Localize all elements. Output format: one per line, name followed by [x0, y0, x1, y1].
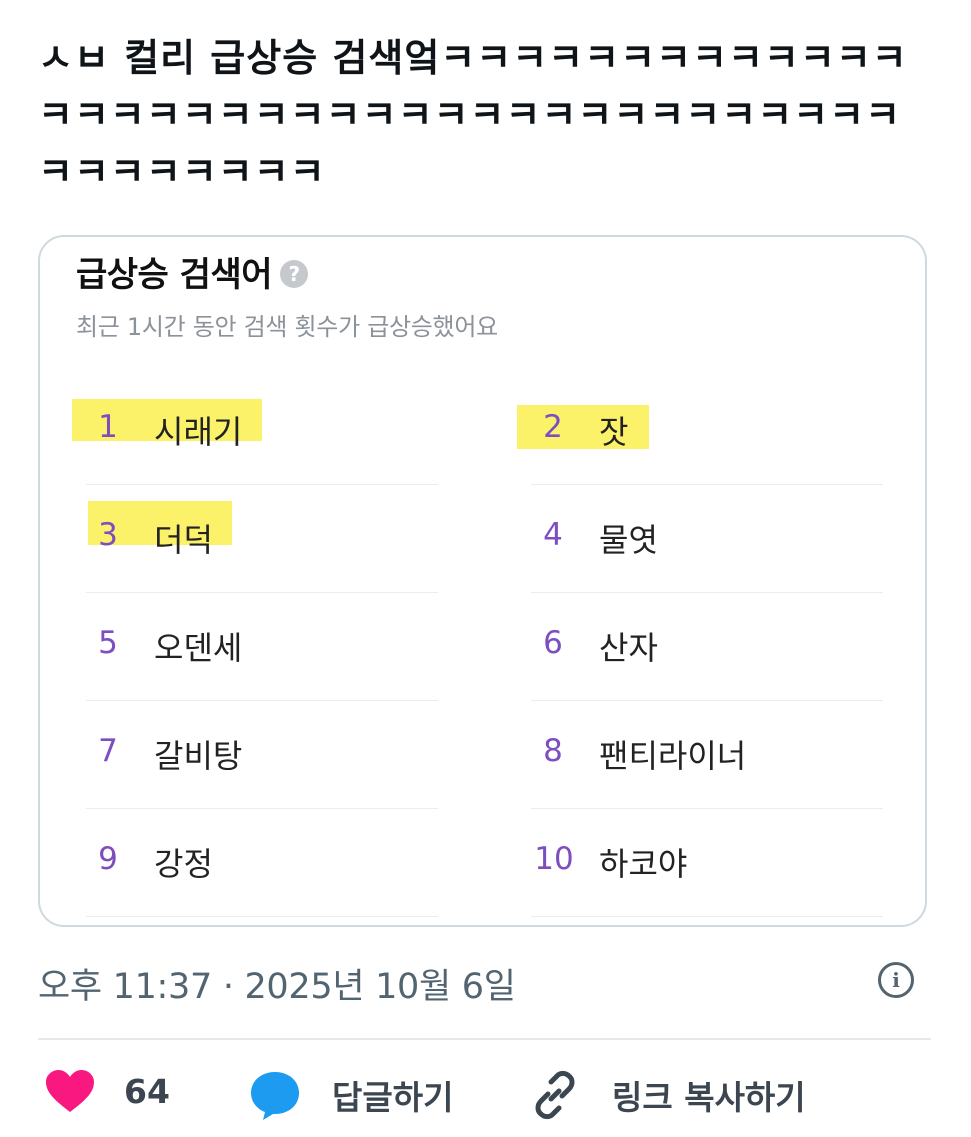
rank-label: 강정: [154, 845, 213, 883]
reply-label: 답글하기: [332, 1078, 454, 1117]
rank-number: 4: [543, 517, 563, 553]
trending-item[interactable]: 5 오덴세: [86, 593, 438, 701]
trending-item[interactable]: 10 하코야: [531, 809, 883, 917]
copy-link-label: 링크 복사하기: [612, 1078, 806, 1117]
like-button[interactable]: 64: [44, 1068, 170, 1114]
help-icon[interactable]: ?: [280, 259, 309, 288]
tweet-timestamp[interactable]: 오후 11:37 · 2025년 10월 6일: [38, 958, 516, 1009]
rank-number: 8: [543, 733, 563, 769]
trending-item[interactable]: 3 더덕: [86, 485, 438, 593]
like-count: 64: [124, 1071, 170, 1111]
rank-label: 산자: [599, 629, 658, 667]
trending-card: 급상승 검색어 ? 최근 1시간 동안 검색 횟수가 급상승했어요 1 시래기 …: [38, 235, 927, 927]
trending-item[interactable]: 1 시래기: [72, 377, 438, 485]
trending-item[interactable]: 2 잣: [517, 377, 883, 485]
rank-label: 더덕: [154, 521, 213, 559]
rank-number: 7: [98, 733, 118, 769]
divider: [86, 916, 438, 917]
rank-number: 9: [98, 841, 118, 877]
rank-number: 10: [534, 841, 574, 877]
trending-item[interactable]: 8 팬티라이너: [531, 701, 883, 809]
rank-label: 갈비탕: [154, 737, 243, 775]
divider: [531, 916, 883, 917]
rank-label: 물엿: [599, 521, 658, 559]
card-title: 급상승 검색어 ?: [76, 247, 309, 296]
copy-link-button[interactable]: 링크 복사하기: [528, 1068, 806, 1122]
rank-label: 오덴세: [154, 629, 243, 667]
trending-item[interactable]: 7 갈비탕: [86, 701, 438, 809]
divider: [38, 1038, 931, 1040]
info-icon[interactable]: i: [878, 962, 914, 998]
trending-item[interactable]: 9 강정: [86, 809, 438, 917]
rank-number: 6: [543, 625, 563, 661]
rank-number: 1: [98, 409, 118, 445]
trending-item[interactable]: 6 산자: [531, 593, 883, 701]
rank-number: 3: [98, 517, 118, 553]
rank-label: 잣: [599, 413, 629, 451]
trending-item[interactable]: 4 물엿: [531, 485, 883, 593]
speech-bubble-icon: [248, 1068, 302, 1122]
rank-number: 2: [543, 409, 563, 445]
rank-label: 팬티라이너: [599, 737, 747, 775]
card-subtitle: 최근 1시간 동안 검색 횟수가 급상승했어요: [76, 313, 498, 341]
heart-icon: [44, 1068, 96, 1114]
rank-label: 시래기: [154, 413, 243, 451]
tweet-text: ㅅㅂ 컬리 급상승 검색엌ㅋㅋㅋㅋㅋㅋㅋㅋㅋㅋㅋㅋㅋㅋㅋㅋㅋㅋㅋㅋㅋㅋㅋㅋㅋㅋㅋ…: [38, 36, 908, 194]
reply-button[interactable]: 답글하기: [248, 1068, 453, 1122]
rank-number: 5: [98, 625, 118, 661]
card-title-text: 급상승 검색어: [76, 255, 273, 295]
rank-label: 하코야: [599, 845, 688, 883]
action-bar: 64 답글하기 링크 복사하기: [38, 1068, 931, 1128]
link-icon: [528, 1068, 582, 1122]
